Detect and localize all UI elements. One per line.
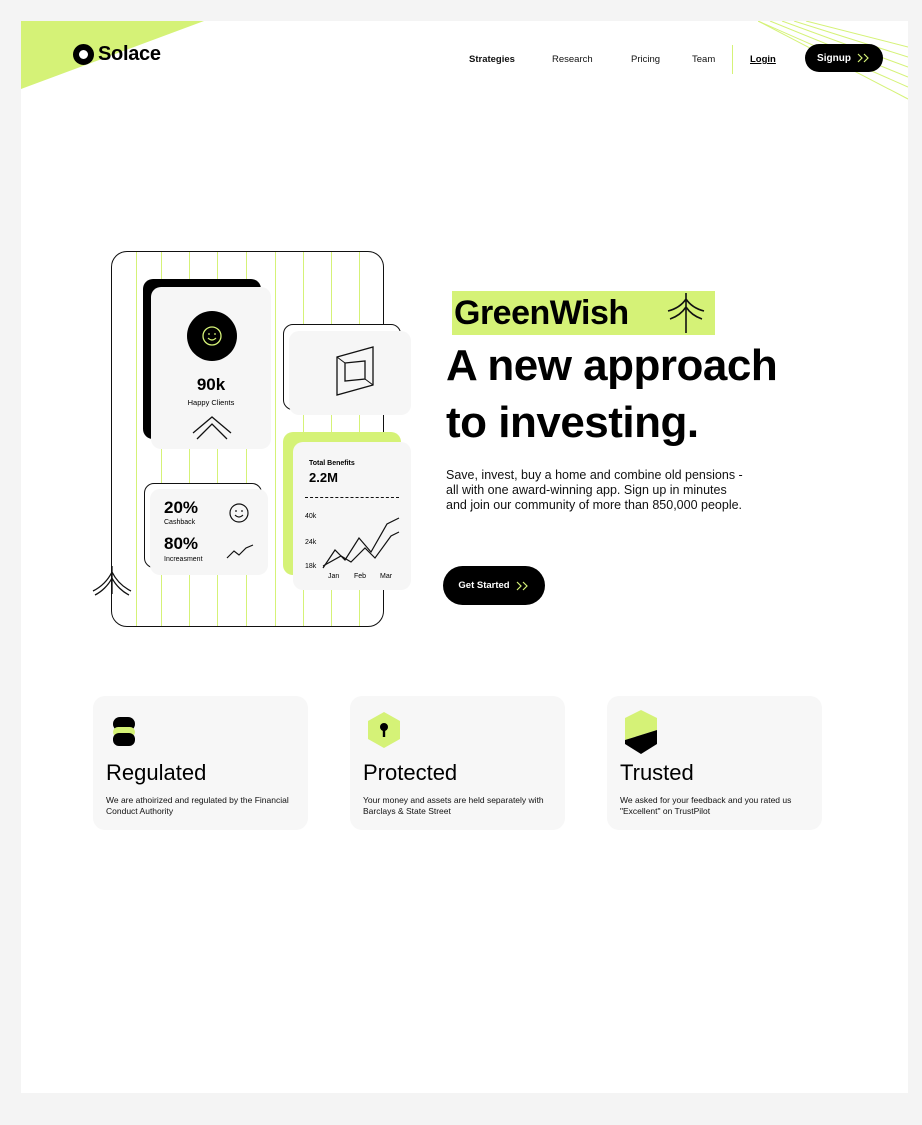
y-tick-label: 18k: [305, 563, 317, 570]
cashback-value: 20%: [164, 498, 199, 517]
nav-item-pricing[interactable]: Pricing: [631, 54, 660, 65]
get-started-label: Get Started: [458, 580, 510, 591]
increase-label: Increasment: [164, 556, 203, 563]
x-tick-label: Jan: [328, 573, 340, 580]
feature-description: Your money and assets are held separatel…: [363, 795, 544, 816]
login-link[interactable]: Login: [750, 54, 776, 65]
feature-description: We asked for your feedback and you rated…: [620, 795, 792, 816]
x-tick-label: Mar: [380, 573, 393, 580]
benefits-title: Total Benefits: [309, 460, 355, 467]
feature-title: Trusted: [620, 760, 694, 785]
stats-card: 20% Cashback 80% Increasment: [150, 489, 268, 575]
page-canvas: Solace Strategies Research Pricing Team …: [21, 21, 908, 1093]
badge-text: GreenWish: [454, 294, 629, 332]
trend-up-icon: [226, 544, 254, 559]
shield-lock-icon: [368, 712, 400, 748]
benefits-card: Total Benefits 2.2M 40k 24k 18k Jan Feb …: [293, 442, 411, 590]
headline-line-1: A new approach: [446, 341, 778, 390]
feature-card-trusted: Trusted We asked for your feedback and y…: [607, 696, 822, 830]
signup-button[interactable]: Signup: [805, 44, 883, 72]
dashed-divider: [305, 497, 399, 498]
smile-icon: [202, 326, 222, 346]
feature-description: We are athoirized and regulated by the F…: [106, 795, 289, 816]
cashback-label: Cashback: [164, 519, 196, 526]
nav-item-strategies[interactable]: Strategies: [469, 54, 515, 65]
nav-divider: [732, 45, 733, 74]
increase-value: 80%: [164, 534, 199, 553]
hero-description: Save, invest, buy a home and combine old…: [446, 468, 743, 512]
nav-item-team[interactable]: Team: [692, 54, 715, 65]
clients-value: 90k: [196, 375, 226, 394]
logo[interactable]: Solace: [73, 43, 161, 66]
hero-headline: A new approach to investing.: [446, 337, 886, 451]
double-chevron-icon: [516, 581, 528, 590]
x-tick-label: Feb: [354, 573, 367, 580]
hero-illustration: 90k Happy Clients 20% Cashback 80% Incre…: [91, 249, 421, 631]
pine-tree-icon: [667, 293, 705, 333]
clients-label: Happy Clients: [187, 398, 235, 407]
logo-text: Solace: [98, 43, 161, 65]
greenwish-badge: GreenWish: [452, 291, 715, 335]
cube-card: [289, 331, 411, 415]
feature-card-protected: Protected Your money and assets are held…: [350, 696, 565, 830]
happy-clients-card: 90k Happy Clients: [151, 287, 271, 449]
y-tick-label: 24k: [305, 539, 317, 546]
feature-title: Protected: [363, 760, 458, 785]
nav-item-research[interactable]: Research: [552, 54, 593, 65]
line-chart-graphic: [322, 517, 400, 569]
arrow-up-icon: [92, 566, 132, 596]
double-chevron-icon: [857, 53, 869, 63]
smile-badge: [187, 311, 237, 361]
get-started-button[interactable]: Get Started: [443, 566, 545, 605]
feature-title: Regulated: [106, 760, 207, 785]
hexagon-icon: [625, 710, 657, 754]
benefits-value: 2.2M: [309, 470, 338, 485]
y-tick-label: 40k: [305, 513, 317, 520]
stack-icon: [113, 717, 135, 746]
logo-ring-icon: [73, 44, 94, 65]
signup-label: Signup: [817, 52, 851, 64]
cube-icon: [336, 346, 374, 396]
headline-line-2: to investing.: [446, 398, 699, 447]
smile-icon: [229, 503, 249, 523]
feature-card-regulated: Regulated We are athoirized and regulate…: [93, 696, 308, 830]
chevron-up-icon: [192, 416, 232, 440]
